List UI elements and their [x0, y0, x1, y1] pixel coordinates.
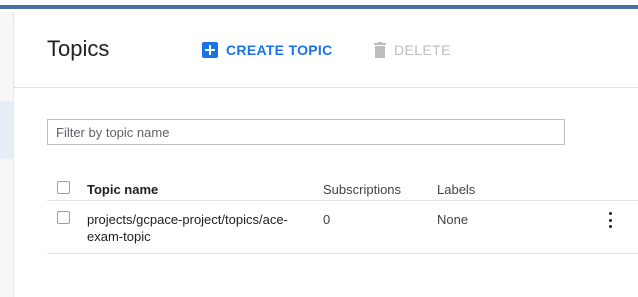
top-accent-stripe	[0, 5, 638, 9]
column-header-labels[interactable]: Labels	[437, 182, 475, 197]
top-bar	[0, 0, 638, 12]
table-header-row: Topic name Subscriptions Labels	[47, 175, 638, 201]
subscriptions-cell: 0	[323, 212, 331, 227]
topics-table: Topic name Subscriptions Labels projects…	[47, 175, 638, 254]
trash-icon	[374, 42, 386, 58]
main-content: Topics CREATE TOPIC DELETE Topic name	[14, 12, 638, 297]
left-nav-strip	[0, 12, 14, 297]
plus-box-icon	[202, 42, 218, 58]
row-checkbox[interactable]	[57, 211, 70, 224]
topic-name-cell[interactable]: projects/gcpace-project/topics/ace-exam-…	[87, 211, 297, 245]
delete-button[interactable]: DELETE	[374, 40, 451, 60]
labels-cell: None	[437, 212, 469, 227]
more-vert-icon[interactable]	[606, 212, 614, 228]
filter-input[interactable]	[48, 120, 564, 144]
delete-label: DELETE	[394, 42, 451, 58]
filter-box	[47, 119, 565, 145]
page-header: Topics CREATE TOPIC DELETE	[14, 12, 638, 88]
page-title: Topics	[47, 36, 110, 61]
column-header-topic-name[interactable]: Topic name	[87, 182, 158, 197]
select-all-checkbox[interactable]	[57, 181, 70, 194]
table-row: projects/gcpace-project/topics/ace-exam-…	[47, 201, 638, 254]
create-topic-button[interactable]: CREATE TOPIC	[202, 40, 333, 60]
left-nav-selected-item[interactable]	[0, 101, 13, 159]
column-header-subscriptions[interactable]: Subscriptions	[323, 182, 401, 197]
create-topic-label: CREATE TOPIC	[226, 42, 333, 58]
